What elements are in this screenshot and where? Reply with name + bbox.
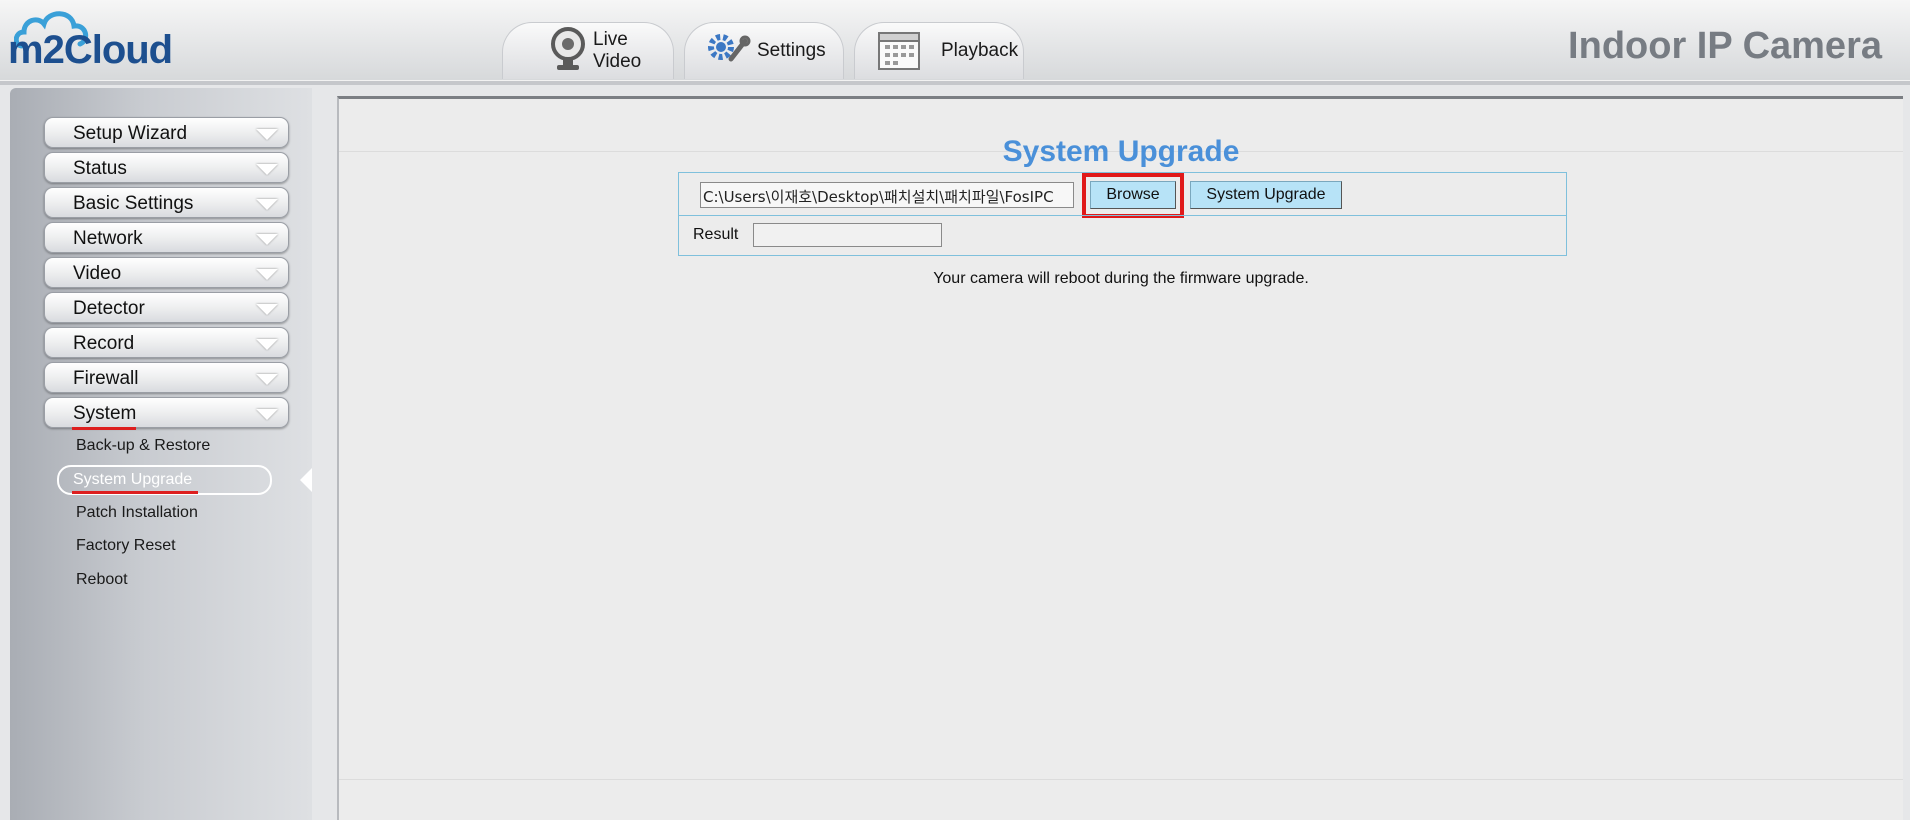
reboot-note: Your camera will reboot during the firmw… bbox=[933, 270, 1309, 287]
calendar-icon bbox=[877, 27, 921, 76]
chevron-down-icon bbox=[256, 234, 278, 245]
page-title: System Upgrade bbox=[1002, 135, 1240, 168]
menu-record[interactable]: Record bbox=[44, 327, 289, 358]
menu-system[interactable]: System bbox=[44, 397, 289, 428]
chevron-down-icon bbox=[256, 374, 278, 385]
tab-playback[interactable]: Playback bbox=[854, 22, 1024, 79]
chevron-down-icon bbox=[256, 409, 278, 420]
submenu-reboot[interactable]: Reboot bbox=[76, 571, 128, 589]
sidebar: Setup Wizard Status Basic Settings Netwo… bbox=[10, 88, 312, 820]
system-upgrade-button[interactable]: System Upgrade bbox=[1190, 181, 1342, 209]
menu-firewall[interactable]: Firewall bbox=[44, 362, 289, 393]
logo-text: m2Cloud bbox=[8, 28, 173, 72]
webcam-icon bbox=[549, 26, 587, 76]
chevron-down-icon bbox=[256, 164, 278, 175]
active-pointer-icon bbox=[300, 468, 312, 492]
product-title: Indoor IP Camera bbox=[1568, 25, 1882, 67]
menu-label: Video bbox=[73, 263, 122, 284]
menu-setup-wizard[interactable]: Setup Wizard bbox=[44, 117, 289, 148]
row-divider bbox=[679, 215, 1566, 216]
menu-video[interactable]: Video bbox=[44, 257, 289, 288]
file-path-input[interactable]: C:\Users\이재호\Desktop\패치설치\패치파일\FosIPC bbox=[700, 182, 1074, 208]
menu-basic-settings[interactable]: Basic Settings bbox=[44, 187, 289, 218]
tab-label: Playback bbox=[941, 40, 1019, 61]
menu-label: System bbox=[73, 403, 137, 424]
gears-icon bbox=[705, 29, 751, 74]
m2cloud-logo: m2Cloud bbox=[8, 6, 218, 72]
submenu-factory-reset[interactable]: Factory Reset bbox=[76, 537, 176, 555]
submenu-label: System Upgrade bbox=[73, 471, 193, 488]
menu-label: Record bbox=[73, 333, 135, 354]
menu-status[interactable]: Status bbox=[44, 152, 289, 183]
browse-button[interactable]: Browse bbox=[1090, 181, 1176, 209]
result-field bbox=[753, 223, 942, 247]
tab-settings[interactable]: Settings bbox=[684, 22, 844, 79]
tab-label: Settings bbox=[757, 40, 826, 61]
menu-detector[interactable]: Detector bbox=[44, 292, 289, 323]
header-divider bbox=[0, 80, 1910, 85]
submenu-patch-installation[interactable]: Patch Installation bbox=[76, 504, 198, 522]
main-panel: System Upgrade C:\Users\이재호\Desktop\패치설치… bbox=[337, 96, 1903, 820]
menu-label: Setup Wizard bbox=[73, 123, 188, 144]
chevron-down-icon bbox=[256, 304, 278, 315]
menu-label: Status bbox=[73, 158, 127, 179]
menu-label: Detector bbox=[73, 298, 145, 319]
header-bar: m2Cloud Live Video Settings Playback Ind… bbox=[0, 0, 1910, 82]
chevron-down-icon bbox=[256, 339, 278, 350]
system-upgrade-underline-mark bbox=[72, 491, 198, 494]
menu-label: Firewall bbox=[73, 368, 139, 389]
menu-label: Network bbox=[73, 228, 143, 249]
chevron-down-icon bbox=[256, 269, 278, 280]
result-label: Result bbox=[693, 226, 739, 243]
submenu-backup-restore[interactable]: Back-up & Restore bbox=[76, 437, 210, 455]
tab-live-video[interactable]: Live Video bbox=[502, 22, 674, 79]
system-underline-mark bbox=[72, 427, 136, 430]
divider bbox=[339, 779, 1903, 780]
chevron-down-icon bbox=[256, 199, 278, 210]
menu-network[interactable]: Network bbox=[44, 222, 289, 253]
upgrade-form: C:\Users\이재호\Desktop\패치설치\패치파일\FosIPC Br… bbox=[678, 172, 1567, 256]
chevron-down-icon bbox=[256, 129, 278, 140]
menu-label: Basic Settings bbox=[73, 193, 194, 214]
tab-label: Live Video bbox=[593, 29, 642, 72]
